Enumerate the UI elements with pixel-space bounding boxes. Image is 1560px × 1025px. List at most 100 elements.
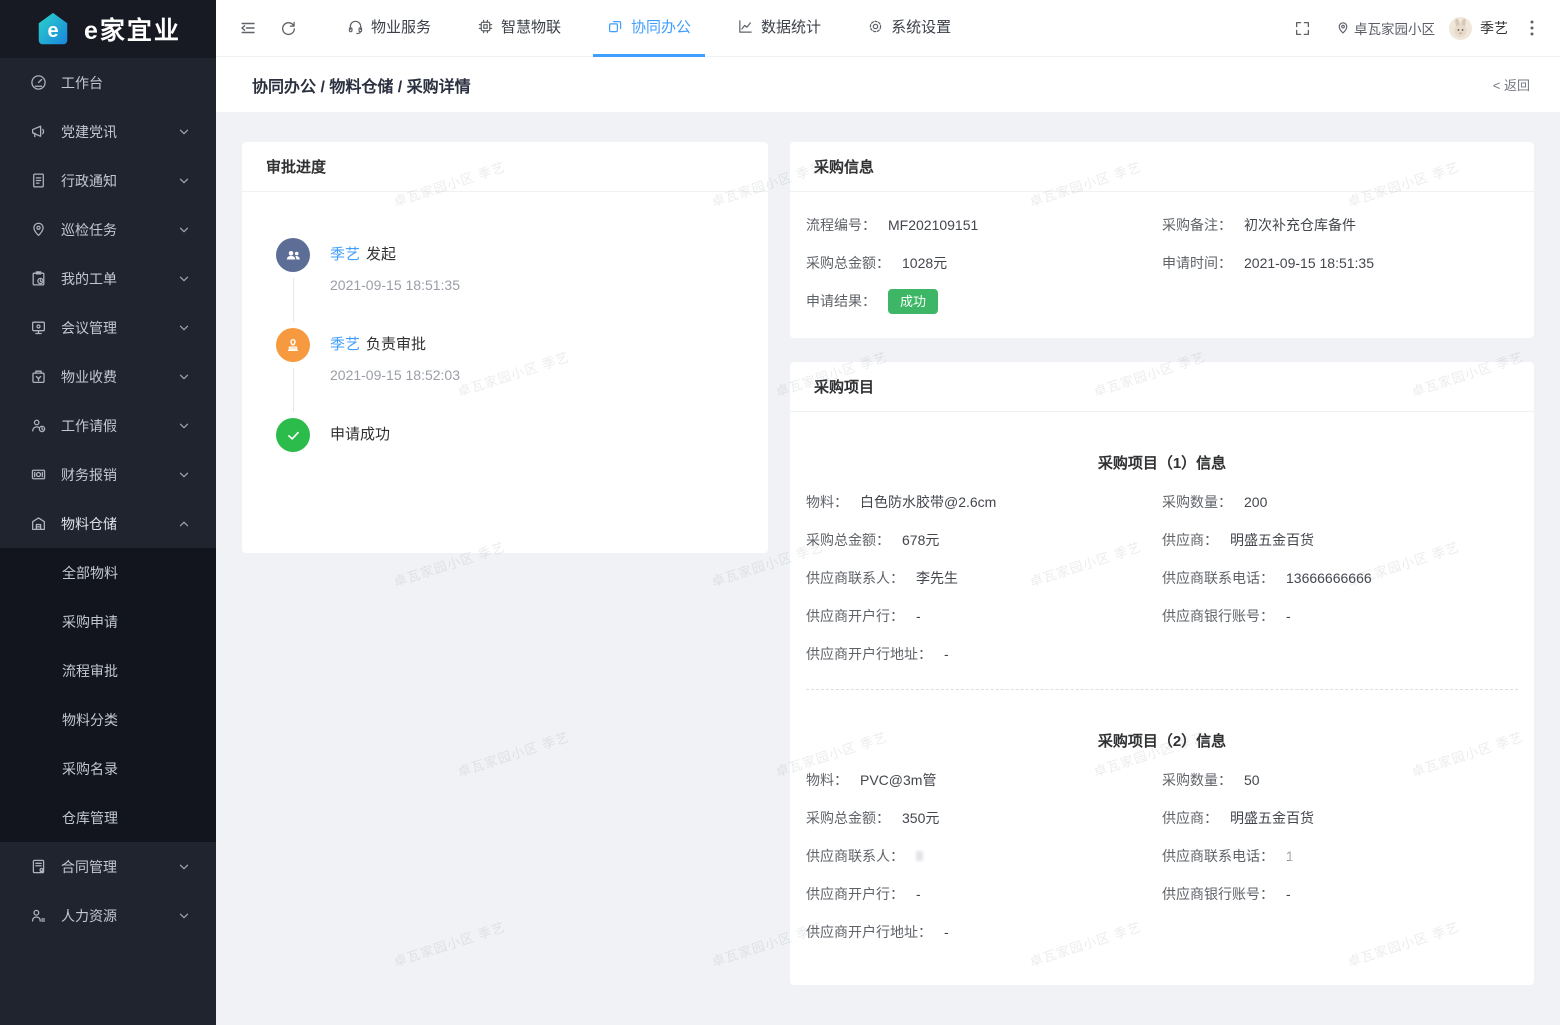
- avatar: [1449, 16, 1472, 40]
- collab-windows-icon: [609, 20, 622, 33]
- chevron-down-icon: [179, 227, 189, 232]
- sidebar-item-workorder[interactable]: 我的工单: [0, 254, 216, 303]
- item-heading: 采购项目（1）信息: [1097, 455, 1227, 472]
- total-amount: 1028元: [902, 255, 948, 271]
- user-menu[interactable]: 季艺: [1449, 16, 1508, 40]
- breadcrumb-bar: 协同办公 / 物料仓储 / 采购详情 < 返回: [216, 57, 1560, 112]
- sidebar-item-notice[interactable]: 行政通知: [0, 156, 216, 205]
- collapse-sidebar-button[interactable]: [228, 8, 268, 48]
- sidebar: e e家宜业 工作台 党建党讯 行政通知 巡检任务 我的工单 会议管理 物业收费…: [0, 0, 216, 1025]
- timeline-step-initiate: 季艺 发起 2021-09-15 18:51:35: [276, 238, 734, 328]
- megaphone-icon: [32, 125, 45, 138]
- submenu-item-all-materials[interactable]: 全部物料: [0, 548, 216, 597]
- top-nav-bar: 物业服务 智慧物联 协同办公 数据统计 系统设置 卓瓦家园小区 季艺: [216, 0, 1560, 57]
- back-button[interactable]: < 返回: [1493, 75, 1530, 94]
- map-pin-icon: [33, 222, 44, 237]
- submenu-item-purchase-list[interactable]: 采购名录: [0, 744, 216, 793]
- timeline-step-approve: 季艺 负责审批 2021-09-15 18:52:03: [276, 328, 734, 418]
- sidebar-item-party[interactable]: 党建党讯: [0, 107, 216, 156]
- gear-icon: [869, 20, 882, 33]
- sidebar-item-warehouse[interactable]: 物料仓储: [0, 499, 216, 548]
- kebab-icon: [1530, 20, 1534, 36]
- submenu-item-purchase-request[interactable]: 采购申请: [0, 597, 216, 646]
- approver-name-link[interactable]: 季艺: [330, 246, 360, 263]
- timeline-step-success: 申请成功: [276, 418, 734, 452]
- approval-progress-card: 审批进度 季艺 发起 2021-09-15 18:51:35 季艺 负责审批 2…: [242, 142, 768, 553]
- content-area: 审批进度 季艺 发起 2021-09-15 18:51:35 季艺 负责审批 2…: [216, 112, 1560, 1025]
- chevron-down-icon: [179, 276, 189, 281]
- headset-icon: [348, 20, 363, 35]
- brand-name: e家宜业: [84, 17, 181, 45]
- sidebar-menu: 工作台 党建党讯 行政通知 巡检任务 我的工单 会议管理 物业收费 工作请假 财…: [0, 58, 216, 1025]
- chevron-down-icon: [179, 129, 189, 134]
- collapse-menu-icon: [241, 22, 255, 34]
- sidebar-item-leave[interactable]: 工作请假: [0, 401, 216, 450]
- fullscreen-button[interactable]: [1282, 8, 1322, 48]
- fullscreen-icon: [1295, 21, 1309, 35]
- community-selector[interactable]: 卓瓦家园小区: [1336, 18, 1435, 38]
- process-number: MF202109151: [888, 217, 979, 233]
- redacted-blur-box: [1293, 847, 1366, 865]
- card-title: 采购项目: [790, 362, 1534, 412]
- document-icon: [33, 173, 44, 188]
- step-action: 负责审批: [366, 336, 427, 353]
- sidebar-item-hr[interactable]: 人力资源: [0, 891, 216, 940]
- app-window: e e家宜业 工作台 党建党讯 行政通知 巡检任务 我的工单 会议管理 物业收费…: [0, 0, 1560, 1025]
- redacted-text-smudge: [916, 851, 923, 861]
- purchase-item-1: 采购项目（1）信息 物料： 白色防水胶带@2.6cm 采购数量： 200 采购总金额…: [806, 452, 1518, 673]
- clipboard-clock-icon: [32, 271, 45, 286]
- chevron-down-icon: [179, 423, 189, 428]
- sidebar-item-inspection[interactable]: 巡检任务: [0, 205, 216, 254]
- warehouse-submenu: 全部物料 采购申请 流程审批 物料分类 采购名录 仓库管理: [0, 548, 216, 842]
- purchase-items-card: 采购项目 采购项目（1）信息 物料： 白色防水胶带@2.6cm 采购数量： 200: [790, 362, 1534, 985]
- chevron-down-icon: [179, 325, 189, 330]
- community-name: 卓瓦家园小区: [1354, 22, 1435, 37]
- submenu-item-process-approval[interactable]: 流程审批: [0, 646, 216, 695]
- users-icon: [276, 238, 310, 272]
- copyright-footer: Copyright © 2020-2021 内蒙古卓瓦科技有限公司版权所有 蒙I…: [242, 1021, 1534, 1025]
- tab-system-settings[interactable]: 系统设置: [853, 0, 965, 57]
- person-clock-icon: [32, 419, 46, 433]
- chevron-down-icon: [179, 864, 189, 869]
- svg-text:e: e: [47, 20, 58, 42]
- location-pin-icon: [1338, 22, 1348, 34]
- approver-name-link[interactable]: 季艺: [330, 336, 360, 353]
- chevron-down-icon: [179, 472, 189, 477]
- sidebar-item-workbench[interactable]: 工作台: [0, 58, 216, 107]
- cashbox-icon: [32, 370, 45, 383]
- sidebar-item-contract[interactable]: 合同管理: [0, 842, 216, 891]
- sidebar-item-finance[interactable]: 财务报销: [0, 450, 216, 499]
- step-time: 2021-09-15 18:52:03: [330, 367, 460, 383]
- check-icon: [276, 418, 310, 452]
- sidebar-item-meeting[interactable]: 会议管理: [0, 303, 216, 352]
- monitor-icon: [32, 321, 45, 335]
- stamp-icon: [276, 328, 310, 362]
- banknote-icon: [31, 469, 46, 480]
- warehouse-icon: [32, 517, 45, 530]
- submenu-item-warehouse-mgmt[interactable]: 仓库管理: [0, 793, 216, 842]
- purchase-remark: 初次补充仓库备件: [1244, 217, 1356, 233]
- status-badge: 成功: [888, 288, 939, 314]
- chevron-down-icon: [179, 374, 189, 379]
- step-action: 申请成功: [330, 426, 391, 443]
- dashboard-icon: [31, 75, 46, 90]
- main-area: 物业服务 智慧物联 协同办公 数据统计 系统设置 卓瓦家园小区 季艺 协同办公 …: [216, 0, 1560, 1025]
- purchase-item-2: 采购项目（2）信息 物料： PVC@3m管 采购数量： 50 采购总金额： 350元 …: [806, 730, 1518, 951]
- tab-smart-iot[interactable]: 智慧物联: [463, 0, 575, 57]
- tab-collaborative-office[interactable]: 协同办公: [593, 0, 706, 57]
- contract-icon: [32, 859, 45, 874]
- purchase-info-card: 采购信息 流程编号： MF202109151 采购备注： 初次补充仓库备件 采购总金…: [790, 142, 1534, 338]
- sidebar-item-fees[interactable]: 物业收费: [0, 352, 216, 401]
- step-action: 发起: [366, 246, 397, 263]
- refresh-icon: [281, 21, 295, 35]
- apply-time: 2021-09-15 18:51:35: [1244, 255, 1374, 271]
- item-divider: [806, 689, 1518, 690]
- more-menu-button[interactable]: [1522, 20, 1542, 36]
- tab-data-statistics[interactable]: 数据统计: [723, 0, 835, 57]
- tab-property-service[interactable]: 物业服务: [333, 0, 445, 57]
- house-e-logo-icon: e: [38, 12, 68, 45]
- submenu-item-material-category[interactable]: 物料分类: [0, 695, 216, 744]
- module-tabs: 物业服务 智慧物联 协同办公 数据统计 系统设置: [324, 0, 974, 57]
- refresh-button[interactable]: [268, 8, 308, 48]
- chevron-down-icon: [179, 178, 189, 183]
